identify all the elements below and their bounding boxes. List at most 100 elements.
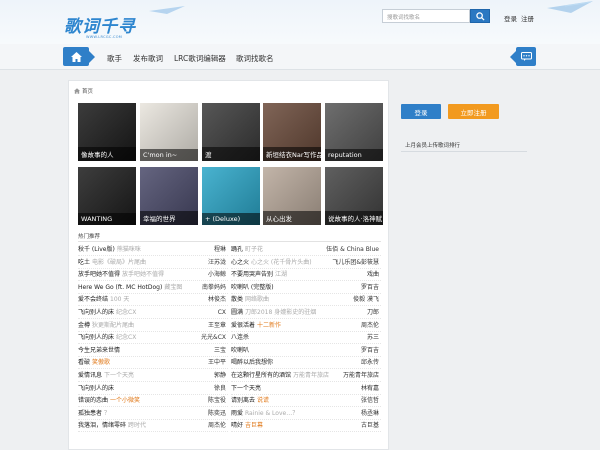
song-row[interactable]: 今生兄弟来世情 三宝 (78, 345, 228, 357)
song-row[interactable]: 吹喇叭 罗百吉 (231, 345, 381, 357)
album-card[interactable]: 幸福的世界 (140, 167, 198, 225)
song-row[interactable]: 吹喇叭 (完整版) 罗百吉 (231, 282, 381, 294)
song-artist[interactable]: 罗百吉 (361, 345, 379, 357)
song-title[interactable]: 今生兄弟来世情 (78, 347, 120, 354)
nav-lrc-editor[interactable]: LRC歌词编辑器 (174, 53, 226, 64)
search-input[interactable]: 搜歌词找歌名 (382, 9, 470, 23)
song-artist[interactable]: 王至章 (208, 320, 226, 332)
site-logo[interactable]: 歌词千寻 (64, 12, 136, 37)
song-title[interactable]: 散类 (231, 296, 243, 303)
song-album[interactable]: 万能青年旅店 (293, 372, 329, 379)
login-link[interactable]: 登录 (504, 13, 517, 23)
song-title[interactable]: 踊孔 (231, 246, 243, 253)
song-artist[interactable]: 万能青年旅店 (343, 370, 379, 382)
song-row[interactable]: 飞向别人的床 纪念CX CX (78, 307, 228, 319)
song-album[interactable]: 电影《破局》片尾曲 (92, 259, 146, 266)
song-artist[interactable]: 陈奕迅 (208, 408, 226, 420)
song-title[interactable]: 飞向别人的床 (78, 309, 114, 316)
song-title[interactable]: 吹喇叭 (231, 347, 249, 354)
song-artist[interactable]: 邱永传 (361, 357, 379, 369)
album-card[interactable]: C'mon in~ (140, 103, 198, 161)
song-row[interactable]: 放手吧她不值得 放手吧她不值得 小海鲸 (78, 269, 228, 282)
song-album[interactable]: 纪念CX (116, 334, 136, 341)
song-row[interactable]: 下一个天亮 林宥嘉 (231, 383, 381, 395)
song-album[interactable]: 跨时代 (128, 422, 146, 429)
song-album[interactable]: 熊猫咪咪 (117, 246, 141, 253)
register-link[interactable]: 注册 (521, 13, 534, 23)
song-artist[interactable]: 罗百吉 (361, 282, 379, 294)
song-row[interactable]: 孤独患者？ 陈奕迅 (78, 408, 228, 420)
song-album[interactable]: 十二新作 (257, 322, 281, 329)
song-album[interactable]: 吉巨幕 (245, 422, 263, 429)
song-row[interactable]: 秋千 (Live版) 熊猫咪咪 程琳 (78, 244, 228, 256)
song-row[interactable]: 不要用哭声告别 江湖 戏曲 (231, 269, 381, 282)
song-title[interactable]: 我落泪，情绪零碎 (78, 422, 126, 429)
song-artist[interactable]: CX (218, 307, 226, 319)
song-artist[interactable]: 陈宝役 (208, 395, 226, 407)
song-album[interactable]: 说谎 (257, 397, 269, 404)
song-artist[interactable]: 程琳 (214, 244, 226, 256)
sidebar-login-button[interactable]: 登录 (401, 104, 441, 119)
song-row[interactable]: 我落泪，情绪零碎 跨时代 周杰伦 (78, 420, 228, 433)
song-title[interactable]: 爱情讯息 (78, 372, 102, 379)
song-title[interactable]: 不要用哭声告别 (231, 271, 273, 278)
song-title[interactable]: 飞向别人的床 (78, 334, 114, 341)
song-title[interactable]: 下一个天亮 (231, 385, 261, 392)
song-album[interactable]: 町子花 (245, 246, 263, 253)
song-artist[interactable]: 古巨基 (361, 420, 379, 432)
song-row[interactable]: 请别离去 说谎 张信哲 (231, 395, 381, 408)
sidebar-register-button[interactable]: 立即注册 (448, 104, 499, 119)
song-title[interactable]: 晴好 (231, 422, 243, 429)
song-album[interactable]: 纪念CX (116, 309, 136, 316)
song-row[interactable]: 飞向别人的床 徐良 (78, 383, 228, 395)
search-button[interactable] (470, 9, 490, 23)
album-card[interactable]: reputation (325, 103, 383, 161)
song-artist[interactable]: 郭静 (214, 370, 226, 382)
song-row[interactable]: 踊孔 町子花 伍佰 & China Blue (231, 244, 381, 256)
song-row[interactable]: 吃土 电影《破局》片尾曲 汪苏泷 (78, 257, 228, 269)
song-row[interactable]: 八连杀 苏三 (231, 332, 381, 345)
song-album[interactable]: 一个小微笑 (110, 397, 140, 404)
song-album[interactable]: 刀郎2018 身媲影史的驻烟 (245, 309, 316, 316)
song-row[interactable]: 圆满 刀郎2018 身媲影史的驻烟 刀郎 (231, 307, 381, 319)
song-artist[interactable]: 汪苏泷 (208, 257, 226, 269)
song-row[interactable]: 金樽 狄更斯配片尾曲 王至章 (78, 320, 228, 332)
song-title[interactable]: 圆满 (231, 309, 243, 316)
song-title[interactable]: 八连杀 (231, 334, 249, 341)
feedback-button[interactable] (510, 47, 536, 66)
song-artist[interactable]: 伍佰 & China Blue (326, 244, 379, 256)
song-artist[interactable]: 南拳妈妈 (202, 282, 226, 294)
album-card[interactable]: 新垣结衣Nar写作品：跳舞的笑节 (263, 103, 321, 161)
song-artist[interactable]: 三宝 (214, 345, 226, 357)
song-title[interactable]: 请别离去 (231, 397, 255, 404)
song-row[interactable]: 散类 网络歌曲 俊毅 漠飞 (231, 294, 381, 307)
song-row[interactable]: 喝醉以后我想你 邱永传 (231, 357, 381, 370)
song-title[interactable]: 看破 (78, 359, 90, 366)
song-title[interactable]: 孤独患者 (78, 410, 102, 417)
song-row[interactable]: 雨爱 Rainie & Love…？ 杨丞琳 (231, 408, 381, 420)
song-album[interactable]: 狄更斯配片尾曲 (92, 322, 134, 329)
song-album[interactable]: 笑傲歌 (92, 359, 110, 366)
song-row[interactable]: 心之火 心之火 (花千骨片头曲) 飞儿乐团&彭筱慧 (231, 257, 381, 269)
song-artist[interactable]: 杨丞琳 (361, 408, 379, 420)
song-row[interactable]: 错误的恋曲 一个小微笑 陈宝役 (78, 395, 228, 408)
song-row[interactable]: 看破 笑傲歌 王中平 (78, 357, 228, 370)
home-button[interactable] (63, 47, 95, 66)
song-artist[interactable]: 林宥嘉 (361, 383, 379, 395)
song-title[interactable]: 喝醉以后我想你 (231, 359, 273, 366)
song-artist[interactable]: 刀郎 (367, 307, 379, 319)
song-title[interactable]: Here We Go (ft. MC HotDog) (78, 284, 162, 291)
song-title[interactable]: 秋千 (Live版) (78, 246, 115, 253)
song-title[interactable]: 吹喇叭 (完整版) (231, 284, 274, 291)
album-card[interactable]: 像故事的人 (78, 103, 136, 161)
song-artist[interactable]: 光光&CX (201, 332, 226, 344)
album-card[interactable]: 说故事的人·洛神赋 (325, 167, 383, 225)
song-row[interactable]: 晴好 吉巨幕 古巨基 (231, 420, 381, 433)
album-card[interactable]: 渡 (202, 103, 260, 161)
song-artist[interactable]: 俊毅 漠飞 (353, 294, 379, 306)
song-row[interactable]: 爱不会终结 100 天 林俊杰 (78, 294, 228, 307)
song-artist[interactable]: 周杰伦 (361, 320, 379, 332)
nav-singers[interactable]: 歌手 (107, 53, 122, 64)
song-row[interactable]: 飞向别人的床 纪念CX 光光&CX (78, 332, 228, 345)
song-title[interactable]: 爱很活着 (231, 322, 255, 329)
